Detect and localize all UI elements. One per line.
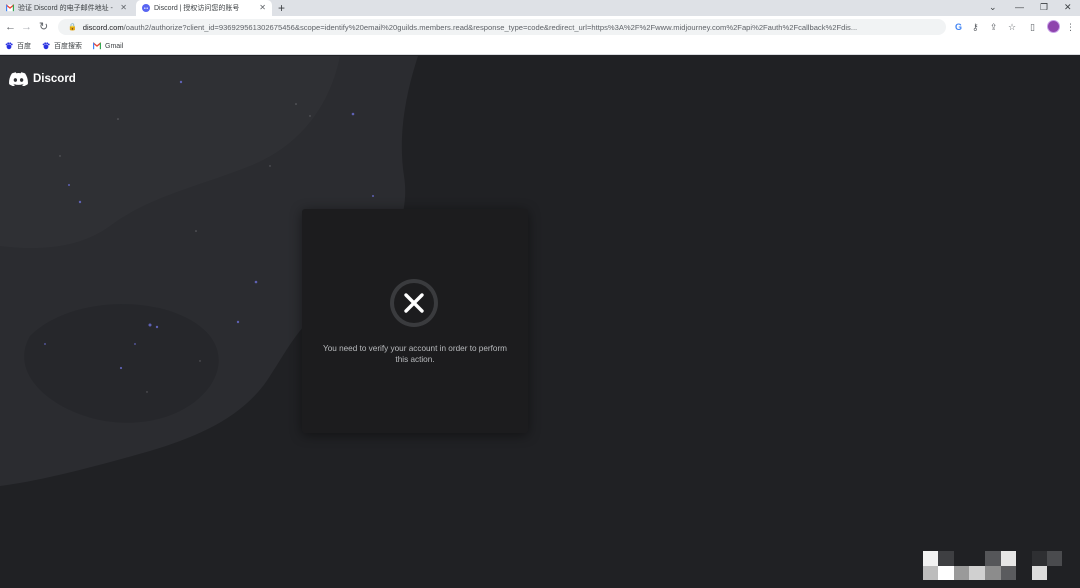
bookmark-label: Gmail bbox=[105, 42, 124, 50]
discord-favicon-icon bbox=[142, 4, 150, 12]
restore-button[interactable]: ❐ bbox=[1040, 1, 1048, 14]
bookmark-label: 百度搜索 bbox=[54, 43, 82, 50]
tab-close-icon[interactable]: ✕ bbox=[259, 3, 266, 13]
tab-strip: 验证 Discord 的电子邮件地址 - ✕ Discord | 授权访问您的账… bbox=[0, 0, 1080, 16]
pixelated-watermark bbox=[923, 551, 1062, 580]
forward-button[interactable]: → bbox=[21, 20, 32, 34]
lock-icon[interactable]: 🔒 bbox=[68, 23, 77, 31]
baidu-icon bbox=[5, 42, 13, 50]
discord-logo-icon bbox=[9, 72, 28, 86]
minimize-button[interactable]: — bbox=[1015, 1, 1024, 14]
discord-logo-text: Discord bbox=[33, 73, 76, 85]
bookmark-label: 百度 bbox=[17, 43, 31, 50]
google-translate-icon[interactable]: G bbox=[955, 21, 962, 33]
close-window-button[interactable]: ✕ bbox=[1064, 1, 1072, 14]
baidu-icon bbox=[42, 42, 50, 50]
page-content: Discord You need to verify your account … bbox=[0, 56, 1080, 588]
bookmarks-bar: 百度 百度搜索 Gmail bbox=[0, 38, 1080, 55]
bookmark-baidu-search[interactable]: 百度搜索 bbox=[42, 41, 82, 51]
menu-kebab-icon[interactable]: ⋮ bbox=[1066, 21, 1075, 33]
bookmark-star-icon[interactable]: ☆ bbox=[1008, 21, 1016, 33]
bookmark-gmail[interactable]: Gmail bbox=[93, 42, 123, 50]
tab-search-icon[interactable]: ⌄ bbox=[989, 1, 997, 14]
new-tab-button[interactable]: + bbox=[278, 1, 285, 15]
discord-logo[interactable]: Discord bbox=[9, 72, 76, 86]
tab-title: Discord | 授权访问您的账号 bbox=[154, 5, 240, 12]
url-path: /oauth2/authorize?client_id=936929561302… bbox=[123, 22, 858, 32]
back-button[interactable]: ← bbox=[5, 20, 16, 34]
key-icon[interactable]: ⚷ bbox=[972, 21, 979, 33]
side-panel-icon[interactable]: ▯ bbox=[1030, 21, 1035, 33]
background-artwork bbox=[0, 56, 1062, 580]
tab-title: 验证 Discord 的电子邮件地址 - bbox=[18, 5, 113, 12]
tab-verify-email[interactable]: 验证 Discord 的电子邮件地址 - ✕ bbox=[0, 0, 133, 16]
gmail-icon bbox=[6, 4, 14, 12]
address-bar[interactable]: 🔒 discord.com/oauth2/authorize?client_id… bbox=[58, 19, 946, 35]
tab-discord-authorize[interactable]: Discord | 授权访问您的账号 ✕ bbox=[136, 0, 272, 16]
profile-avatar[interactable] bbox=[1047, 20, 1060, 33]
browser-toolbar: ← → ↻ 🔒 discord.com/oauth2/authorize?cli… bbox=[0, 16, 1080, 38]
reload-button[interactable]: ↻ bbox=[39, 20, 48, 34]
authorize-error-card: You need to verify your account in order… bbox=[302, 209, 528, 433]
error-x-icon bbox=[390, 279, 438, 327]
share-icon[interactable]: ⇪ bbox=[990, 21, 998, 33]
bookmark-baidu[interactable]: 百度 bbox=[5, 41, 31, 51]
error-message: You need to verify your account in order… bbox=[322, 344, 508, 364]
tab-close-icon[interactable]: ✕ bbox=[120, 3, 127, 13]
url-host: discord.com bbox=[82, 22, 124, 32]
gmail-icon bbox=[93, 42, 101, 50]
